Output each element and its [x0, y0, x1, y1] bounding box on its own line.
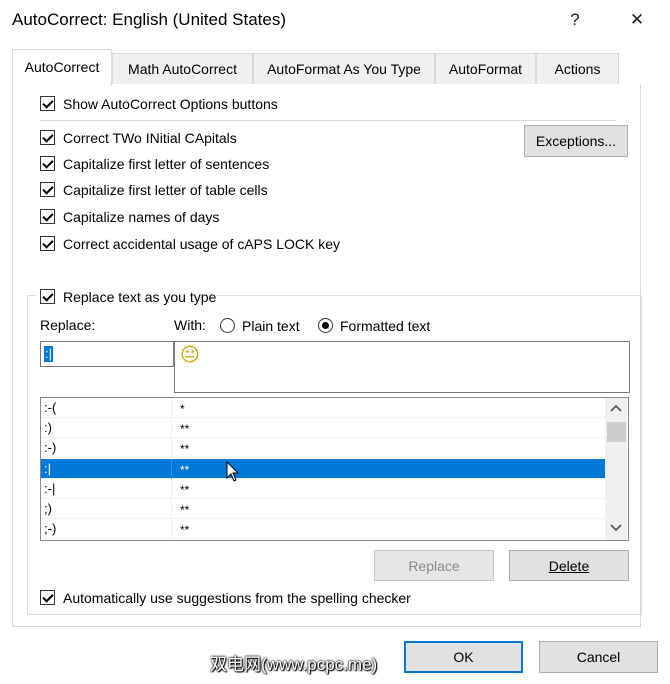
replace-label: Replace: — [40, 317, 96, 333]
replace-as-you-type-label: Replace text as you type — [63, 289, 217, 305]
window-title: AutoCorrect: English (United States) — [12, 10, 287, 29]
replace-button[interactable]: Replace — [374, 550, 494, 581]
scrollbar-thumb[interactable] — [607, 422, 626, 442]
list-item-with: * — [180, 402, 185, 416]
list-item-with: ** — [180, 523, 190, 537]
list-item-with: ** — [180, 503, 190, 517]
list-item-with: ** — [180, 442, 190, 456]
auto-suggestions-checkbox[interactable] — [40, 590, 55, 605]
options-separator — [40, 120, 616, 121]
help-button[interactable]: ? — [560, 6, 590, 34]
tab-autoformat[interactable]: AutoFormat — [435, 53, 536, 84]
list-item-replace: :) — [41, 418, 172, 438]
list-item[interactable]: :-( * — [41, 398, 607, 418]
list-item[interactable]: :-| ** — [41, 479, 607, 499]
list-scrollbar[interactable] — [605, 398, 627, 540]
list-item-selected[interactable]: :| ** — [41, 459, 607, 479]
with-label: With: — [174, 317, 206, 333]
scroll-up-icon[interactable] — [610, 403, 622, 413]
ok-button[interactable]: OK — [404, 641, 523, 673]
caps-lock-label: Correct accidental usage of cAPS LOCK ke… — [63, 236, 341, 252]
list-item[interactable]: :-) ** — [41, 438, 607, 458]
show-options-label: Show AutoCorrect Options buttons — [63, 96, 278, 112]
with-input[interactable]: 😐 — [174, 341, 630, 393]
replace-input[interactable]: :| — [40, 341, 174, 367]
delete-button[interactable]: Delete — [509, 550, 629, 581]
auto-suggestions-label: Automatically use suggestions from the s… — [63, 590, 411, 606]
replace-input-value: :| — [44, 346, 53, 362]
caps-lock-checkbox[interactable] — [40, 236, 55, 251]
two-initial-checkbox[interactable] — [40, 130, 55, 145]
cancel-button[interactable]: Cancel — [539, 641, 658, 673]
capitalize-sentences-label: Capitalize first letter of sentences — [63, 156, 270, 172]
replacement-list[interactable]: :-( * :) ** :-) ** :| ** :-| ** ;) ** ;-… — [40, 397, 629, 541]
capitalize-cells-label: Capitalize first letter of table cells — [63, 182, 268, 198]
list-item-replace: :-) — [41, 438, 172, 458]
list-item[interactable]: ;-) ** — [41, 519, 607, 539]
capitalize-days-label: Capitalize names of days — [63, 209, 220, 225]
scroll-down-icon[interactable] — [610, 523, 622, 533]
watermark-text: 双电网(www.pcpc.me) — [210, 655, 378, 674]
neutral-face-emoji-icon: 😐 — [180, 344, 200, 366]
list-item[interactable]: ;) ** — [41, 499, 607, 519]
replace-as-you-type-checkbox[interactable] — [40, 289, 55, 304]
tab-actions[interactable]: Actions — [536, 53, 619, 84]
capitalize-days-checkbox[interactable] — [40, 209, 55, 224]
tab-autoformat-as-you-type[interactable]: AutoFormat As You Type — [253, 53, 435, 84]
list-item-replace: ;) — [41, 499, 172, 519]
list-item-replace: :| — [41, 459, 172, 479]
list-item[interactable]: :) ** — [41, 418, 607, 438]
show-options-checkbox[interactable] — [40, 96, 55, 111]
list-item-replace: ;-) — [41, 519, 172, 539]
capitalize-cells-checkbox[interactable] — [40, 182, 55, 197]
list-item-with: ** — [180, 422, 190, 436]
tab-math-autocorrect[interactable]: Math AutoCorrect — [112, 53, 253, 84]
mouse-cursor-icon — [226, 461, 240, 482]
capitalize-sentences-checkbox[interactable] — [40, 156, 55, 171]
plain-text-label: Plain text — [242, 318, 300, 334]
tab-autocorrect[interactable]: AutoCorrect — [12, 49, 112, 86]
exceptions-button[interactable]: Exceptions... — [524, 125, 628, 157]
delete-button-label: Delete — [548, 558, 590, 574]
formatted-text-radio[interactable] — [318, 318, 333, 333]
two-initial-label: Correct TWo INitial CApitals — [63, 130, 237, 146]
formatted-text-label: Formatted text — [340, 318, 431, 334]
plain-text-radio[interactable] — [220, 318, 235, 333]
list-item-replace: :-( — [41, 398, 172, 418]
close-button[interactable]: ✕ — [622, 6, 652, 34]
list-item-replace: :-| — [41, 479, 172, 499]
